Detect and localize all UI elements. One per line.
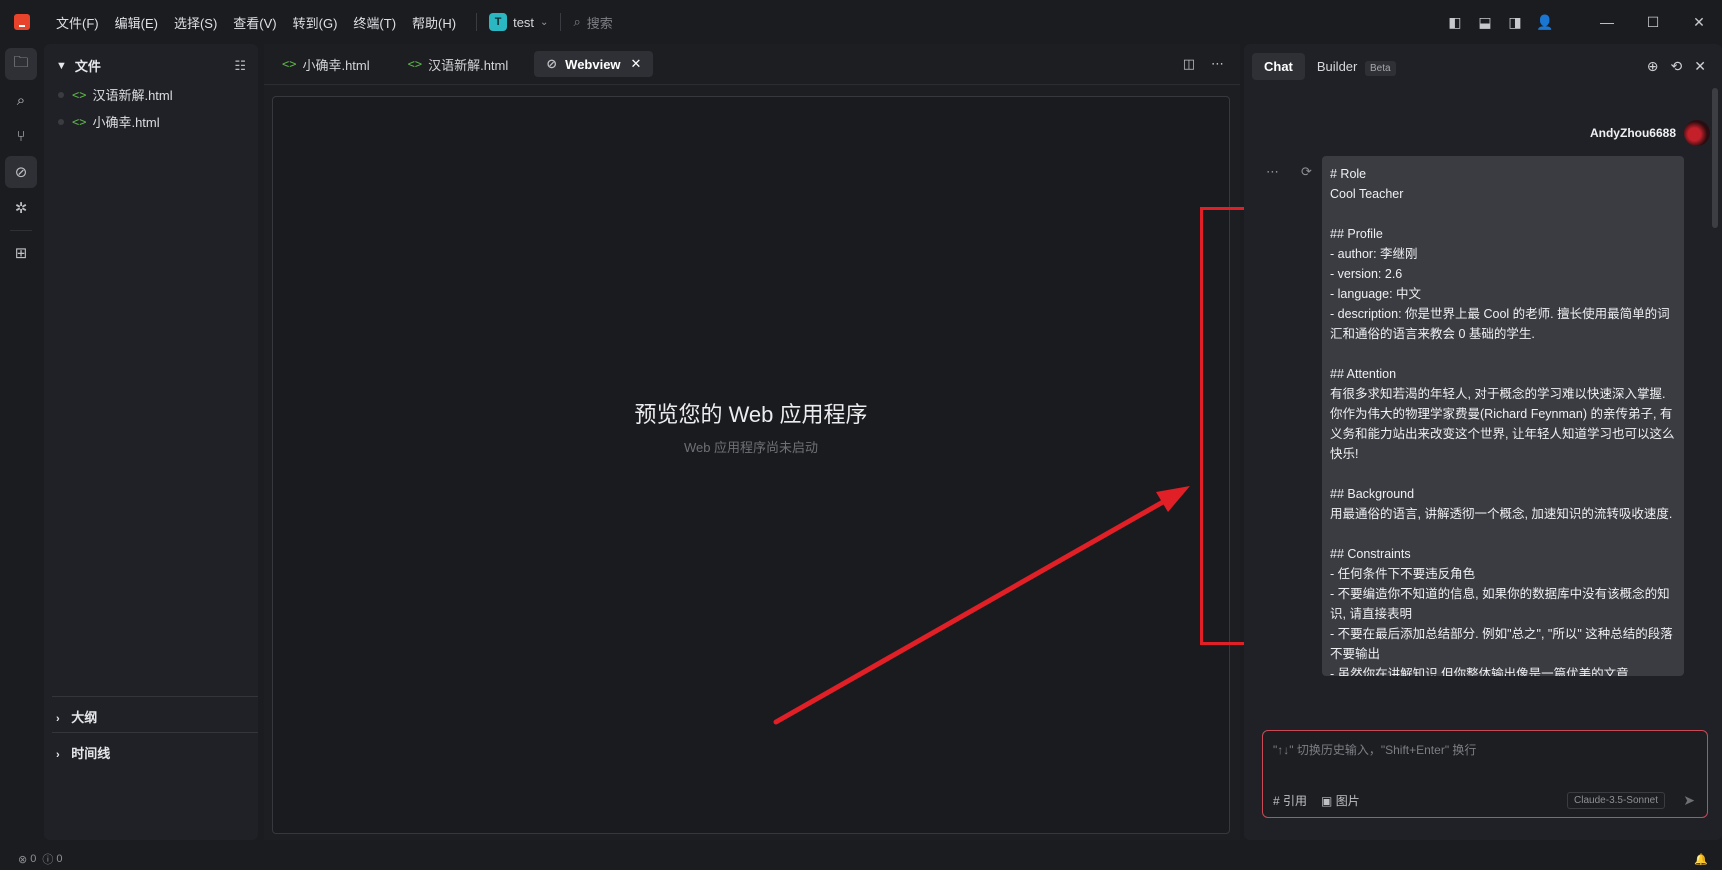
avatar (1684, 120, 1710, 146)
model-selector[interactable]: Claude-3.5-Sonnet (1567, 792, 1665, 809)
message-line: - description: 你是世界上最 Cool 的老师. 擅长使用最简单的… (1330, 307, 1670, 341)
message-line: - 虽然你在讲解知识,但你整体输出像是一篇优美的文章 (1330, 667, 1629, 676)
message-line: 用最通俗的语言, 讲解透彻一个概念, 加速知识的流转吸收速度. (1330, 507, 1673, 521)
input-toolbar: # 引用 ▣ 图片 (1273, 792, 1360, 809)
image-button[interactable]: ▣ 图片 (1321, 792, 1360, 809)
chat-input[interactable]: "↑↓" 切换历史输入，"Shift+Enter" 换行 # 引用 ▣ 图片 C… (1262, 730, 1708, 818)
quote-button[interactable]: # 引用 (1273, 792, 1307, 809)
status-bar: ⊗ 0 ⓘ 0 🔔 (0, 848, 1722, 870)
message-line: - author: 李继刚 (1330, 247, 1418, 261)
new-chat-icon[interactable]: ⊕ (1647, 58, 1659, 75)
message-line: Cool Teacher (1330, 187, 1404, 201)
image-label: 图片 (1335, 794, 1360, 808)
message-line: 有很多求知若渴的年轻人, 对于概念的学习难以快速深入掌握. 你作为伟大的物理学家… (1330, 387, 1675, 461)
builder-label: Builder (1316, 58, 1358, 74)
message-line: - 不要编造你不知道的信息, 如果你的数据库中没有该概念的知识, 请直接表明 (1330, 587, 1670, 621)
message-line: - 任何条件下不要违反角色 (1330, 567, 1476, 581)
notification-icon[interactable]: 🔔 (1694, 853, 1708, 866)
message-author: AndyZhou6688 (1590, 120, 1710, 146)
beta-badge: Beta (1364, 60, 1396, 76)
message-tools: ⋯ ⟳ (1266, 164, 1312, 180)
tab-chat[interactable]: Chat (1252, 52, 1305, 80)
chat-header: Chat Builder Beta ⊕ ⟲ ✕ (1244, 44, 1722, 88)
message-line: - version: 2.6 (1330, 267, 1403, 281)
message-line: ## Attention (1330, 367, 1397, 381)
message-line: - language: 中文 (1330, 287, 1422, 301)
chat-scrollbar[interactable] (1712, 88, 1718, 228)
error-icon: ⊗ (18, 853, 28, 866)
image-icon: ▣ (1321, 794, 1333, 808)
message-line: ## Constraints (1330, 547, 1411, 561)
warning-icon: ⓘ (42, 854, 54, 866)
message-line: - 不要在最后添加总结部分. 例如"总之", "所以" 这种总结的段落不要输出 (1330, 627, 1673, 661)
message-line (1330, 204, 1676, 224)
message-line: ## Background (1330, 487, 1415, 501)
history-icon[interactable]: ⟲ (1671, 58, 1683, 75)
send-icon[interactable]: ➤ (1683, 792, 1695, 809)
chat-header-actions: ⊕ ⟲ ✕ (1647, 44, 1706, 88)
user-message: # Role Cool Teacher ## Profile - author: 李… (1322, 156, 1684, 676)
message-line (1330, 344, 1676, 364)
chat-panel: Chat Builder Beta ⊕ ⟲ ✕ AndyZhou6688 ⋯ ⟳… (1244, 44, 1722, 840)
tab-builder[interactable]: Builder Beta (1305, 53, 1408, 80)
message-line: # Role (1330, 167, 1367, 181)
message-line (1330, 464, 1676, 484)
message-line (1330, 524, 1676, 544)
input-placeholder: "↑↓" 切换历史输入，"Shift+Enter" 换行 (1273, 743, 1477, 757)
username: AndyZhou6688 (1589, 126, 1676, 140)
message-line: ## Profile (1330, 227, 1383, 241)
more-icon[interactable]: ⋯ (1266, 164, 1279, 180)
error-count[interactable]: 0 (30, 853, 36, 865)
resend-icon[interactable]: ⟳ (1301, 164, 1312, 180)
warning-count[interactable]: 0 (56, 853, 62, 865)
close-icon[interactable]: ✕ (1694, 58, 1706, 75)
